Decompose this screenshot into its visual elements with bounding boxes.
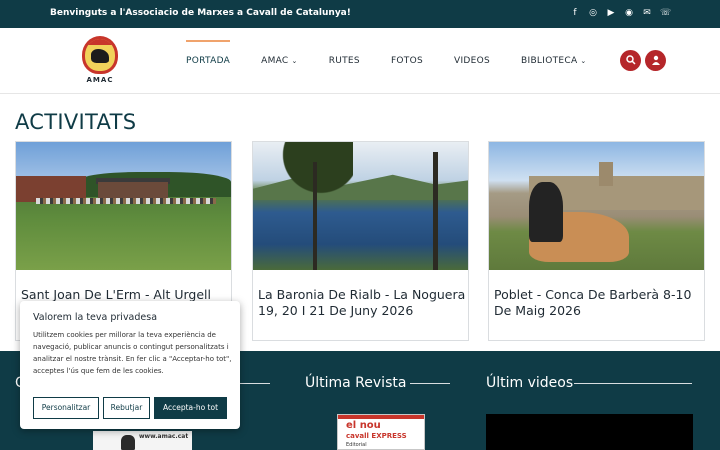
activity-photo[interactable] [489,142,704,270]
youtube-icon[interactable]: ▶ [606,7,616,19]
main-nav: PORTADA AMAC ⌄ RUTES FOTOS VIDEOS BIBLIOT… [186,28,618,94]
activity-card[interactable]: Poblet - Conca De Barberà 8-10 De Maig 2… [488,141,705,341]
magazine-title: el nou [346,420,381,431]
heading-divider [574,383,692,384]
activity-caption[interactable]: La Baronia De Rialb - La Noguera 19, 20 … [258,287,466,319]
user-button[interactable] [645,50,666,71]
logo-shield [82,36,118,74]
customize-button[interactable]: Personalitzar [33,397,99,419]
activity-caption[interactable]: Poblet - Conca De Barberà 8-10 De Maig 2… [494,287,702,319]
top-bar: Benvinguts a l'Associacio de Marxes a Ca… [0,0,720,28]
cookie-consent-dialog: Valorem la teva privadesa Utilitzem cook… [20,301,240,429]
rider-figure [121,435,135,450]
activity-photo[interactable] [16,142,231,270]
site-header: AMAC PORTADA AMAC ⌄ RUTES FOTOS VIDEOS BI… [0,28,720,94]
nav-item-portada[interactable]: PORTADA [186,40,231,66]
amac-url: www.amac.cat [139,433,189,440]
email-icon[interactable]: ✉ [642,7,652,19]
user-icon [651,55,660,65]
logo-text: AMAC [86,76,114,84]
nav-item-biblioteca[interactable]: BIBLIOTECA ⌄ [521,56,587,66]
cookie-title: Valorem la teva privadesa [33,312,158,323]
magazine-subtitle: cavall EXPRESS [346,432,407,440]
reject-button[interactable]: Rebutjar [103,397,150,419]
cookie-text: Utilitzem cookies per millorar la teva e… [33,331,232,375]
nav-item-videos[interactable]: VIDEOS [454,56,490,66]
nav-item-amac[interactable]: AMAC ⌄ [261,56,298,66]
magazine-cover[interactable]: el nou cavall EXPRESS Editorial [337,414,425,450]
nav-item-fotos[interactable]: FOTOS [391,56,423,66]
activity-card[interactable]: La Baronia De Rialb - La Noguera 19, 20 … [252,141,469,341]
video-player[interactable] [486,414,693,450]
magazine-editorial: Editorial [346,442,367,448]
facebook-icon[interactable]: f [570,7,580,19]
search-button[interactable] [620,50,641,71]
nav-item-rutes[interactable]: RUTES [329,56,360,66]
search-icon [625,55,636,65]
site-logo[interactable]: AMAC [80,36,120,86]
whatsapp-icon[interactable]: ◉ [624,7,634,19]
section-title: ACTIVITATS [15,110,137,134]
accept-all-button[interactable]: Accepta-ho tot [154,397,227,419]
social-links: f ◎ ▶ ◉ ✉ ☏ [570,7,671,19]
instagram-icon[interactable]: ◎ [588,7,598,19]
phone-icon[interactable]: ☏ [660,7,671,19]
heading-divider [410,383,450,384]
welcome-message: Benvinguts a l'Associacio de Marxes a Ca… [50,8,351,18]
chevron-down-icon: ⌄ [580,57,587,65]
footer-heading-videos: Últim videos [486,375,574,391]
chevron-down-icon: ⌄ [291,57,298,65]
amac-banner[interactable]: www.amac.cat [93,431,192,450]
heading-divider [240,383,270,384]
activity-photo[interactable] [253,142,468,270]
footer-heading-revista: Última Revista [305,375,407,391]
